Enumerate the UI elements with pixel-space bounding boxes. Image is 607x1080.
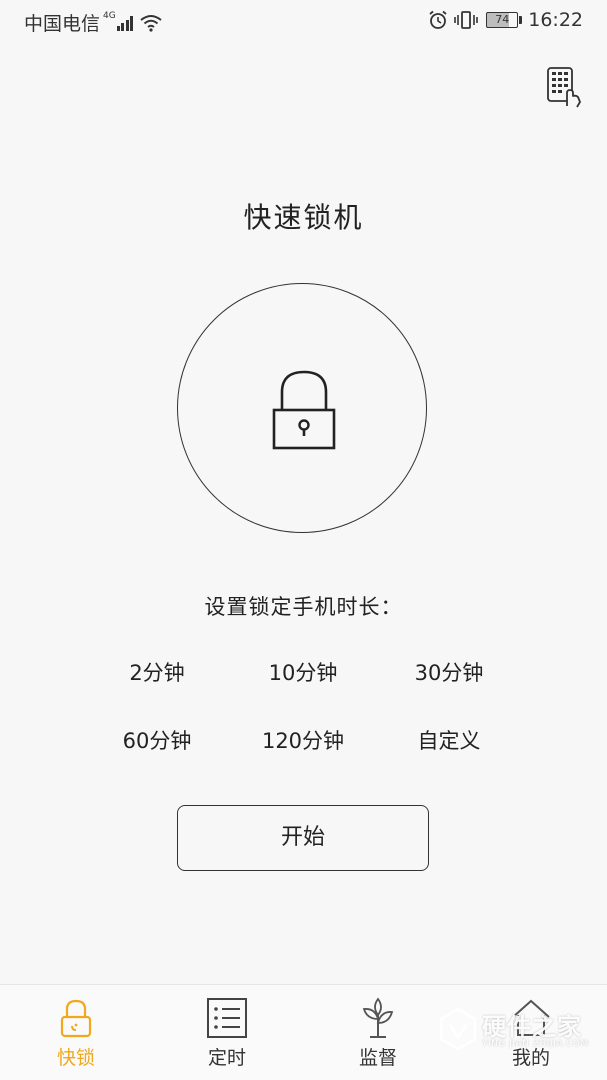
nav-label-supervise: 监督 [358,1047,397,1069]
keypad-button[interactable] [545,66,583,108]
page-title: 快速锁机 [243,201,364,234]
keypad-icon [547,67,581,108]
nav-item-schedule[interactable]: 定时 [167,985,287,1080]
option-2-minutes[interactable]: 2分钟 [77,657,237,687]
nav-label-schedule: 定时 [207,1047,246,1069]
vibrate-icon [454,11,479,29]
status-time: 16:22 [528,9,583,31]
plant-icon [362,997,394,1038]
network-type: 4G [103,10,116,21]
nav-item-mine[interactable]: 我的 [471,985,591,1080]
home-icon [512,999,550,1036]
padlock-icon [272,370,336,450]
battery-icon: 74 [486,12,523,28]
lock-icon [60,999,92,1038]
lock-circle[interactable] [177,283,427,533]
nav-item-quick-lock[interactable]: 快锁 [16,985,136,1080]
option-30-minutes[interactable]: 30分钟 [369,657,529,687]
option-60-minutes[interactable]: 60分钟 [77,725,237,755]
wifi-icon [140,14,162,32]
status-left: 中国电信 4G [24,9,162,36]
status-bar: 中国电信 4G 74 16:22 [0,0,607,42]
alarm-icon [429,10,447,29]
option-120-minutes[interactable]: 120分钟 [223,725,383,755]
signal-icon [116,15,135,31]
option-custom[interactable]: 自定义 [369,725,529,755]
nav-item-supervise[interactable]: 监督 [318,985,438,1080]
start-button[interactable]: 开始 [177,805,429,871]
status-right: 74 16:22 [428,9,583,31]
bottom-nav: 快锁 定时 监督 我的 [0,984,607,1080]
carrier-name: 中国电信 [24,13,101,35]
option-10-minutes[interactable]: 10分钟 [223,657,383,687]
duration-label: 设置锁定手机时长： [204,595,403,619]
list-icon [207,998,247,1038]
nav-label-quick-lock: 快锁 [56,1047,95,1069]
app-screen: 中国电信 4G 74 16:22 快速锁机 设置锁定手机时长： 2分钟 10分钟… [0,0,607,1080]
nav-label-mine: 我的 [511,1047,550,1069]
